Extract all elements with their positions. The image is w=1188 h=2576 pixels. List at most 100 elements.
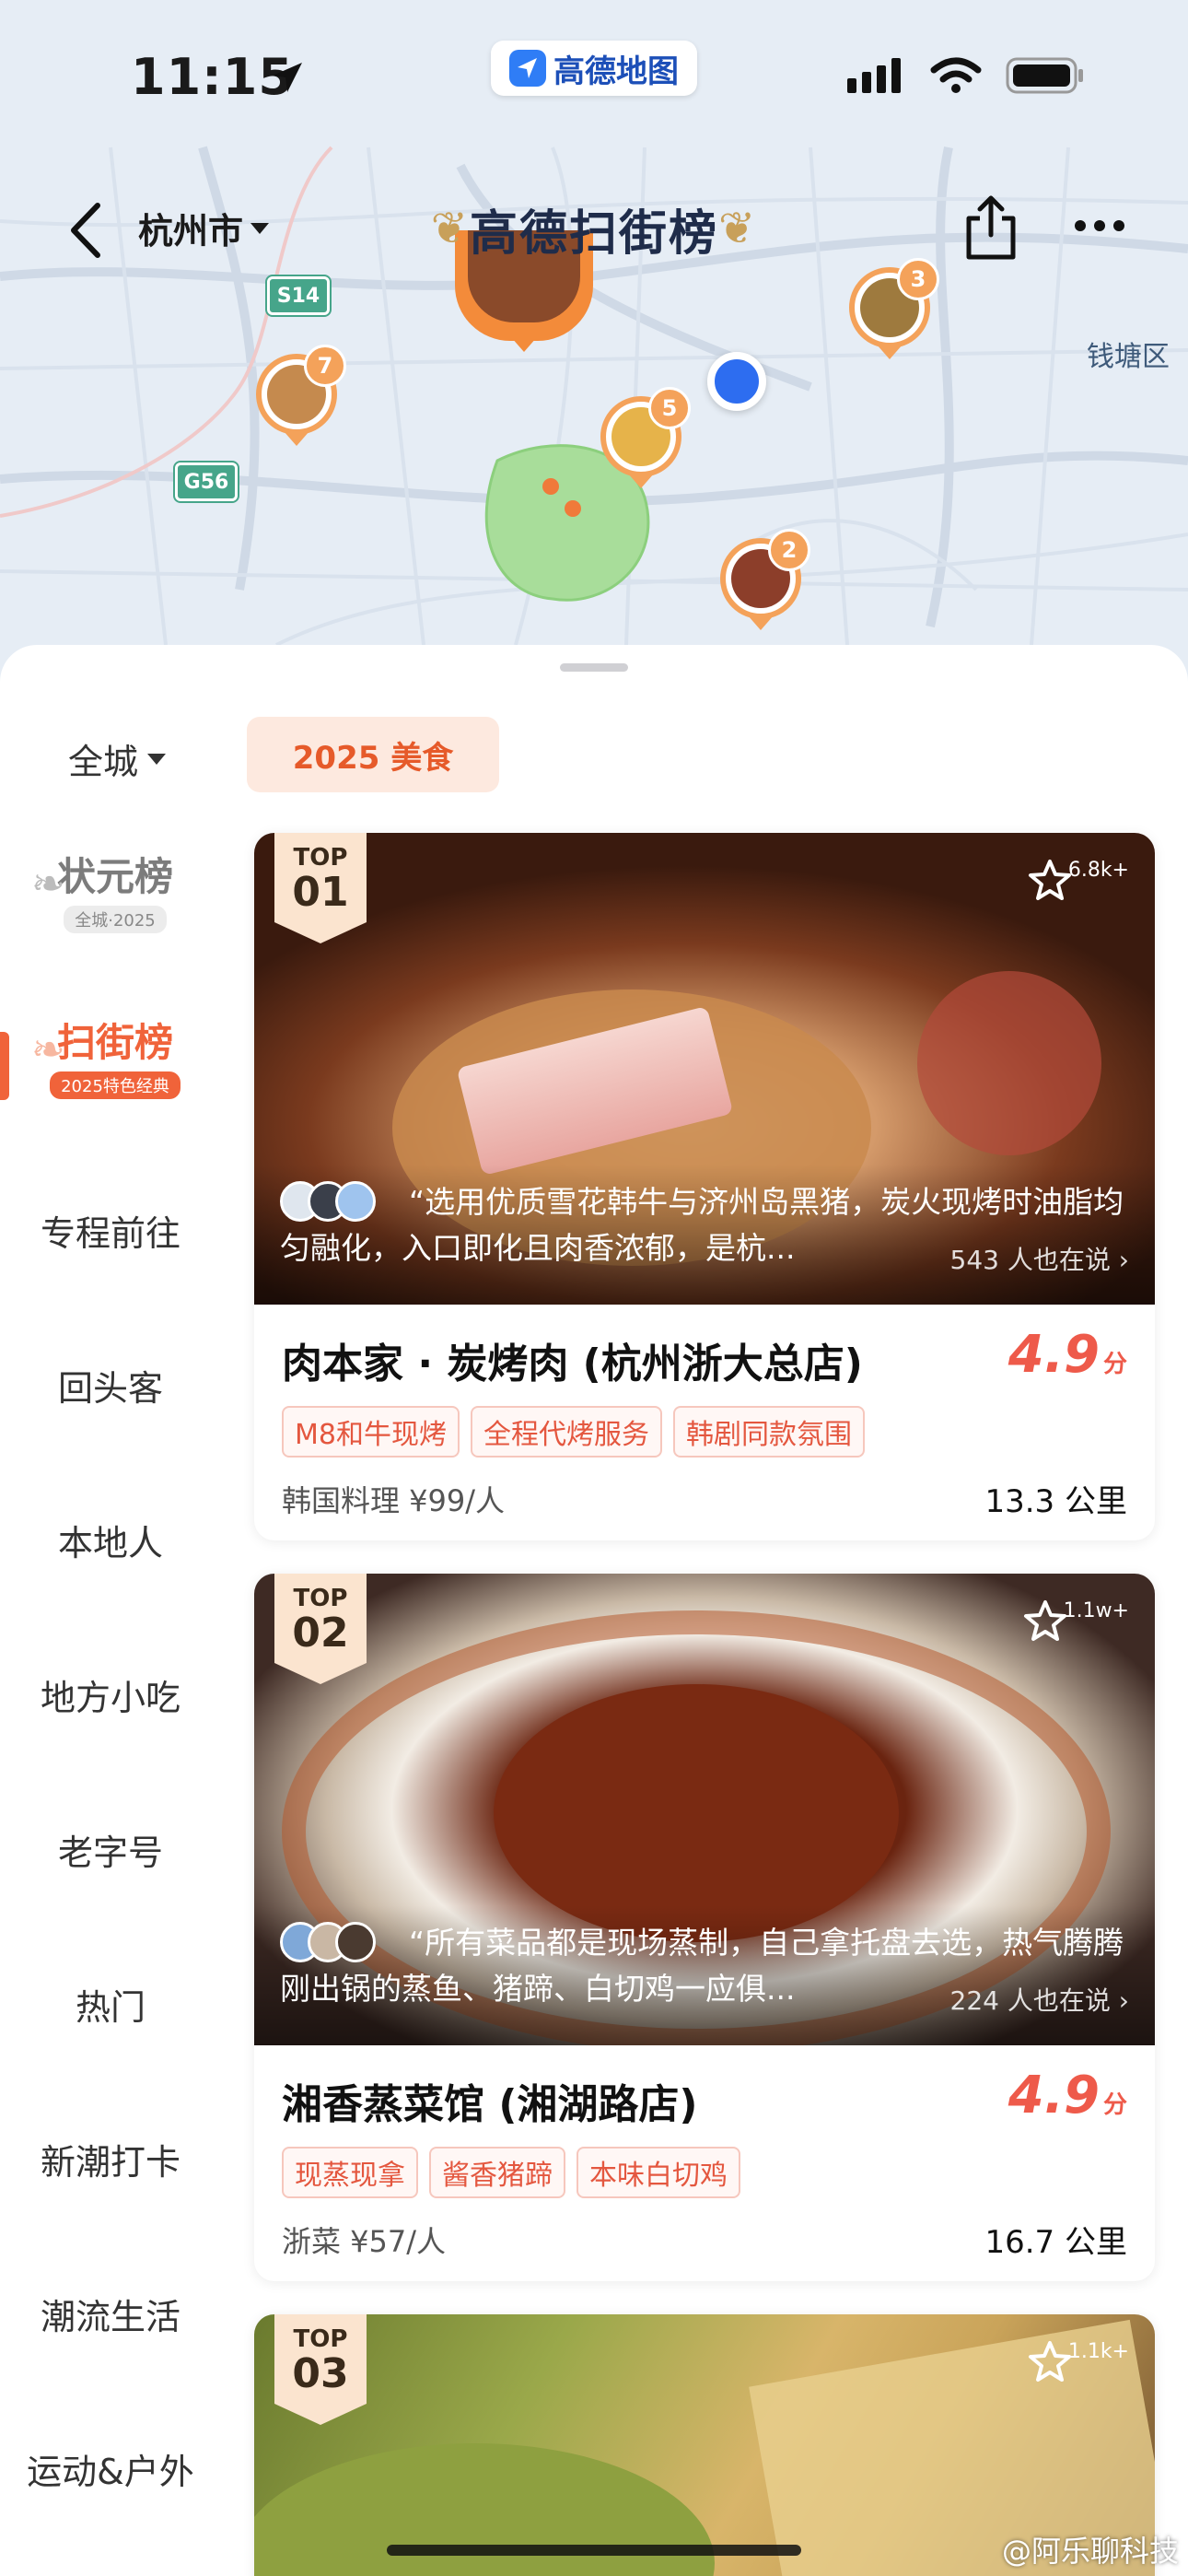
star-icon	[1023, 1600, 1066, 1641]
photo-veg	[917, 971, 1101, 1155]
rank-flag: TOP 03	[274, 2314, 367, 2425]
feature-tag: 酱香猪蹄	[429, 2147, 565, 2198]
road-badge-s14: S14	[267, 276, 330, 315]
sidebar-item-trendy-checkin[interactable]: 新潮打卡	[0, 2134, 221, 2184]
sheet-grabber[interactable]	[560, 663, 628, 672]
review-count-link[interactable]: 543 人也在说 ›	[950, 1240, 1129, 1277]
title-text: 高德扫街榜	[469, 205, 718, 262]
chevron-down-icon	[250, 222, 270, 234]
sidebar-item-special-trip[interactable]: 专程前往	[0, 1205, 221, 1256]
badge-subtitle: 全城·2025	[64, 905, 167, 933]
battery-icon	[1006, 57, 1083, 94]
laurel-right-icon: ❦	[718, 203, 758, 254]
feature-tag: 本味白切鸡	[577, 2147, 740, 2198]
map-pin-5[interactable]: 5	[600, 387, 691, 488]
review-overlay[interactable]: “选用优质雪花韩牛与济州岛黑猪，炭火现烤时油脂均匀融化，入口即化且肉香浓郁，是杭…	[254, 1165, 1155, 1305]
favorite-count: 1.1w+	[1063, 1599, 1129, 1622]
rank-top-label: TOP	[293, 2325, 348, 2353]
rank-top-label: TOP	[293, 1585, 348, 1612]
sidebar-badge-street[interactable]: ❧ 扫街榜 2025特色经典	[28, 1004, 203, 1106]
more-options-button[interactable]	[1073, 215, 1126, 237]
rank-top-label: TOP	[293, 844, 348, 872]
map-pin-2[interactable]: 2	[720, 529, 810, 630]
watermark: @阿乐聊科技	[1001, 2534, 1179, 2569]
app-name: 高德地图	[553, 53, 679, 90]
home-indicator[interactable]	[387, 2545, 801, 2556]
city-selector[interactable]: 杭州市	[138, 203, 270, 253]
nav-bar: 杭州市 ❦ 高德扫街榜 ❦	[0, 180, 1188, 281]
pin-rank-badge: 7	[304, 345, 346, 387]
badge-subtitle: 2025特色经典	[50, 1071, 181, 1099]
sidebar-item-sports-outdoor[interactable]: 运动&户外	[0, 2443, 221, 2494]
back-button[interactable]	[61, 198, 112, 263]
page-title: ❦ 高德扫街榜 ❦	[416, 187, 772, 270]
rating-score: 4.9 分	[1008, 1325, 1127, 1385]
restaurant-name: 肉本家 · 炭烤肉 (杭州浙大总店)	[282, 1341, 863, 1388]
laurel-left-icon: ❦	[430, 203, 470, 254]
sidebar-item-locals[interactable]: 本地人	[0, 1515, 221, 1565]
rating-value: 4.9	[1007, 2066, 1100, 2125]
rating-unit: 分	[1102, 2091, 1127, 2119]
sidebar-active-indicator	[0, 1032, 9, 1100]
pin-rank-badge: 5	[648, 387, 691, 429]
cellular-signal-icon	[847, 58, 901, 93]
sidebar-item-local-snacks[interactable]: 地方小吃	[0, 1669, 221, 1720]
distance: 16.7 公里	[984, 2224, 1127, 2261]
tab-2025-food[interactable]: 2025 美食	[247, 717, 499, 792]
star-icon	[1028, 860, 1071, 900]
review-overlay[interactable]: “所有菜品都是现场蒸制，自己拿托盘去选，热气腾腾刚出锅的蒸鱼、猪蹄、白切鸡一应俱…	[254, 1905, 1155, 2045]
category-price: 浙菜 ¥57/人	[282, 2224, 447, 2259]
map-pin-3[interactable]: 3	[849, 258, 939, 359]
share-button[interactable]	[961, 193, 1020, 263]
favorite-button[interactable]: 1.1k+	[1028, 2340, 1129, 2383]
sidebar-item-old-brands[interactable]: 老字号	[0, 1824, 221, 1875]
district-label: 钱塘区	[1087, 341, 1170, 373]
restaurant-card[interactable]: TOP 01 6.8k+ “选用优质雪花韩牛与济州岛黑猪，炭火现烤时油脂均匀融化…	[254, 833, 1155, 1540]
rating-value: 4.9	[1007, 1325, 1100, 1385]
app-switch-pill[interactable]: 高德地图	[491, 41, 697, 96]
sidebar-item-repeat-customers[interactable]: 回头客	[0, 1360, 221, 1411]
feature-tag: M8和牛现烤	[282, 1406, 460, 1458]
restaurant-name: 湘香蒸菜馆 (湘湖路店)	[282, 2081, 698, 2128]
road-badge-g56: G56	[175, 463, 238, 501]
photo-plate	[254, 2443, 715, 2576]
favorite-button[interactable]: 6.8k+	[1028, 859, 1129, 901]
scope-selector[interactable]: 全城	[68, 733, 167, 784]
city-label: 杭州市	[138, 211, 244, 252]
feature-tags: M8和牛现烤 全程代烤服务 韩剧同款氛围	[282, 1406, 865, 1458]
feature-tag: 现蒸现拿	[282, 2147, 418, 2198]
favorite-button[interactable]: 1.1w+	[1023, 1599, 1129, 1642]
rank-flag: TOP 02	[274, 1574, 367, 1684]
scope-label: 全城	[68, 742, 139, 782]
photo-dish	[494, 1684, 899, 1942]
favorite-count: 1.1k+	[1067, 2340, 1129, 2363]
restaurant-info: 湘香蒸菜馆 (湘湖路店) 4.9 分 现蒸现拿 酱香猪蹄 本味白切鸡 浙菜 ¥57…	[254, 2045, 1155, 2281]
feature-tag: 韩剧同款氛围	[672, 1406, 865, 1458]
rank-number: 01	[292, 869, 349, 916]
rank-flag: TOP 01	[274, 833, 367, 943]
rank-number: 02	[292, 1610, 349, 1657]
location-arrow-icon	[273, 63, 302, 92]
rating-unit: 分	[1102, 1351, 1127, 1378]
sidebar-item-popular[interactable]: 热门	[0, 1979, 221, 2030]
wreath-icon: ❧	[31, 861, 65, 907]
distance: 13.3 公里	[984, 1483, 1127, 1520]
map-pin-7[interactable]: 7	[256, 345, 346, 446]
map-view[interactable]: S14 G56 钱塘区 7 5 3 2 11:15 高德地图 杭州市 ❦ 高德扫…	[0, 0, 1188, 700]
current-location-dot	[707, 352, 766, 411]
sidebar-item-trend-life[interactable]: 潮流生活	[0, 2289, 221, 2339]
category-price: 韩国料理 ¥99/人	[282, 1483, 506, 1518]
favorite-count: 6.8k+	[1067, 859, 1129, 882]
sidebar-badge-champion[interactable]: ❧ 状元榜 全城·2025	[28, 838, 203, 940]
badge-title: 扫街榜	[56, 1019, 173, 1065]
status-icons	[847, 57, 1085, 94]
feature-tags: 现蒸现拿 酱香猪蹄 本味白切鸡	[282, 2147, 740, 2198]
amap-logo-icon	[509, 50, 546, 87]
badge-title: 状元榜	[56, 853, 173, 899]
wifi-icon	[930, 57, 982, 93]
restaurant-info: 肉本家 · 炭烤肉 (杭州浙大总店) 4.9 分 M8和牛现烤 全程代烤服务 韩剧…	[254, 1305, 1155, 1540]
rank-number: 03	[292, 2350, 349, 2397]
review-count-link[interactable]: 224 人也在说 ›	[950, 1981, 1129, 2018]
restaurant-card[interactable]: TOP 02 1.1w+ “所有菜品都是现场蒸制，自己拿托盘去选，热气腾腾刚出锅…	[254, 1574, 1155, 2281]
chevron-down-icon	[147, 753, 167, 765]
